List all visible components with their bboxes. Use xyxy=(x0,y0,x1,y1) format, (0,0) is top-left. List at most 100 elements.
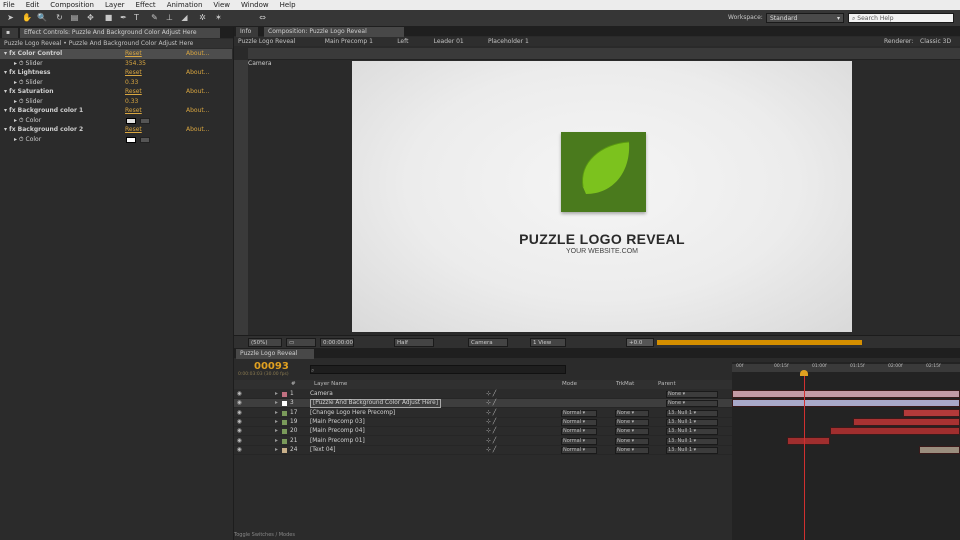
menu-item-effect[interactable]: Effect xyxy=(136,1,156,9)
menu-item-view[interactable]: View xyxy=(213,1,230,9)
param-row[interactable]: ▸ ⏱ Slider 0.33 xyxy=(0,78,232,88)
parent-select[interactable]: 13. Null 1 ▾ xyxy=(666,418,718,426)
effect-row[interactable]: ▾ fx Background color 2 Reset About... xyxy=(0,125,232,135)
visibility-eye-icon[interactable]: ◉ xyxy=(237,399,242,408)
tab-project[interactable]: ▪ xyxy=(2,28,18,38)
layer-duration-bar[interactable] xyxy=(918,445,960,454)
camera-tool-icon[interactable]: ▤ xyxy=(70,13,79,23)
composition-canvas[interactable]: PUZZLE LOGO REVEAL YOUR WEBSITE.COM xyxy=(352,61,852,332)
layer-name[interactable]: [Main Precomp 01] xyxy=(310,437,365,446)
tab-timeline[interactable]: Puzzle Logo Reveal xyxy=(236,349,314,359)
expand-triangle-icon[interactable]: ▸ xyxy=(275,437,278,446)
layer-name[interactable]: [Text 04] xyxy=(310,446,335,455)
param-row[interactable]: ▸ ⏱ Slider 0.33 xyxy=(0,97,232,107)
pen-tool-icon[interactable]: ✒ xyxy=(119,13,128,23)
zoom-tool-icon[interactable]: 🔍 xyxy=(37,13,47,23)
track-matte-select[interactable]: None ▾ xyxy=(615,437,649,445)
blend-mode-select[interactable]: Normal ▾ xyxy=(561,437,597,445)
selection-tool-icon[interactable]: ➤ xyxy=(6,13,15,23)
effect-row[interactable]: ▾ fx Saturation Reset About... xyxy=(0,87,232,97)
visibility-eye-icon[interactable]: ◉ xyxy=(237,409,242,418)
view-select[interactable]: Camera xyxy=(468,338,508,347)
slider-value[interactable]: 0.33 xyxy=(125,78,138,88)
reset-link[interactable]: Reset xyxy=(125,106,142,116)
column-parent[interactable]: Parent xyxy=(658,380,676,389)
about-link[interactable]: About... xyxy=(186,106,209,116)
layer-row[interactable]: ◉ ▸ 19 [Main Precomp 03] ⊹ ╱ Normal ▾ None ▾ 13… xyxy=(234,418,732,428)
menu-item-edit[interactable]: Edit xyxy=(26,1,40,9)
comp-subtab[interactable]: Placeholder 1 xyxy=(488,37,529,46)
hand-tool-icon[interactable]: ✋ xyxy=(22,13,32,23)
about-link[interactable]: About... xyxy=(186,68,209,78)
label-color-swatch[interactable] xyxy=(282,429,287,435)
slider-value[interactable]: 0.33 xyxy=(125,97,138,107)
menu-item-layer[interactable]: Layer xyxy=(105,1,125,9)
effect-row[interactable]: ▾ fx Lightness Reset About... xyxy=(0,68,232,78)
parent-select[interactable]: None ▾ xyxy=(666,391,718,398)
expand-triangle-icon[interactable]: ▸ xyxy=(275,418,278,427)
tab-effect-controls[interactable]: Effect Controls: Puzzle And Background C… xyxy=(20,28,220,38)
clone-stamp-tool-icon[interactable]: ⊥ xyxy=(165,13,174,23)
label-color-swatch[interactable] xyxy=(282,392,287,397)
tab-info[interactable]: Info xyxy=(236,27,258,37)
layer-name[interactable]: [Change Logo Here Precomp] xyxy=(310,409,395,418)
label-color-swatch[interactable] xyxy=(282,438,287,444)
menu-item-window[interactable]: Window xyxy=(241,1,269,9)
parent-select[interactable]: 13. Null 1 ▾ xyxy=(666,446,718,454)
current-time-display[interactable]: 0:00:00:00 xyxy=(320,338,354,347)
layer-duration-bar[interactable] xyxy=(786,436,831,445)
eyedropper-icon[interactable] xyxy=(140,136,150,143)
about-link[interactable]: About... xyxy=(186,125,209,135)
layer-switches[interactable]: ⊹ ╱ xyxy=(486,418,496,427)
effect-row[interactable]: ▾ fx Color Control Reset About... xyxy=(0,49,232,59)
parent-select[interactable]: None ▾ xyxy=(666,400,718,408)
layer-switches[interactable]: ⊹ ╱ xyxy=(486,437,496,446)
param-row[interactable]: ▸ ⏱ Color xyxy=(0,116,232,126)
track-matte-select[interactable]: None ▾ xyxy=(615,428,649,436)
column-layer-name[interactable]: Layer Name xyxy=(314,380,347,389)
layer-row[interactable]: ◉ ▸ 20 [Main Precomp 04] ⊹ ╱ Normal ▾ None ▾ 13… xyxy=(234,427,732,437)
resolution-select[interactable]: Half xyxy=(394,338,434,347)
views-layout-select[interactable]: 1 View xyxy=(530,338,566,347)
comp-subtab[interactable]: Left xyxy=(397,37,408,46)
menu-item-file[interactable]: File xyxy=(3,1,15,9)
layer-name[interactable]: [Main Precomp 03] xyxy=(310,418,365,427)
layer-name[interactable]: Camera xyxy=(310,390,333,399)
layer-switches[interactable]: ⊹ ╱ xyxy=(486,399,496,408)
label-color-swatch[interactable] xyxy=(282,447,287,453)
label-color-swatch[interactable] xyxy=(282,401,287,407)
layer-switches[interactable]: ⊹ ╱ xyxy=(486,390,496,399)
puppet-tool-icon[interactable]: ✶ xyxy=(214,13,223,23)
about-link[interactable]: About... xyxy=(186,49,209,59)
color-swatch[interactable] xyxy=(126,117,136,124)
layer-row[interactable]: ◉ ▸ 24 [Text 04] ⊹ ╱ Normal ▾ None ▾ 13. Null 1… xyxy=(234,446,732,455)
comp-subtab[interactable]: Puzzle Logo Reveal xyxy=(238,37,295,46)
about-link[interactable]: About... xyxy=(186,87,209,97)
layer-name[interactable]: [Main Precomp 04] xyxy=(310,427,365,436)
brush-tool-icon[interactable]: ✎ xyxy=(150,13,159,23)
expand-triangle-icon[interactable]: ▸ xyxy=(275,446,278,455)
blend-mode-select[interactable]: Normal ▾ xyxy=(561,428,597,436)
layer-switches[interactable]: ⊹ ╱ xyxy=(486,409,496,418)
menu-item-animation[interactable]: Animation xyxy=(167,1,203,9)
expand-triangle-icon[interactable]: ▸ xyxy=(275,399,278,408)
layer-duration-bar[interactable] xyxy=(903,408,960,417)
timeline-footer[interactable]: Toggle Switches / Modes xyxy=(234,532,295,538)
reset-link[interactable]: Reset xyxy=(125,68,142,78)
layer-row[interactable]: ◉ ▸ 1 Camera ⊹ ╱ None ▾ xyxy=(234,390,732,400)
pan-behind-tool-icon[interactable]: ✥ xyxy=(86,13,95,23)
label-color-swatch[interactable] xyxy=(282,410,287,416)
roto-brush-tool-icon[interactable]: ✲ xyxy=(198,13,207,23)
track-matte-select[interactable]: None ▾ xyxy=(615,409,649,417)
visibility-eye-icon[interactable]: ◉ xyxy=(237,427,242,436)
track-matte-select[interactable]: None ▾ xyxy=(615,418,649,426)
visibility-eye-icon[interactable]: ◉ xyxy=(237,390,242,399)
slider-value[interactable]: 354.35 xyxy=(125,59,146,69)
menu-item-composition[interactable]: Composition xyxy=(50,1,94,9)
blend-mode-select[interactable]: Normal ▾ xyxy=(561,446,597,454)
timeline-search-input[interactable]: ⌕ xyxy=(310,365,566,374)
expand-triangle-icon[interactable]: ▸ xyxy=(275,409,278,418)
exposure-value[interactable]: +0.0 xyxy=(626,338,654,347)
text-tool-icon[interactable]: T xyxy=(132,13,141,23)
tab-composition[interactable]: Composition: Puzzle Logo Reveal xyxy=(264,27,404,37)
